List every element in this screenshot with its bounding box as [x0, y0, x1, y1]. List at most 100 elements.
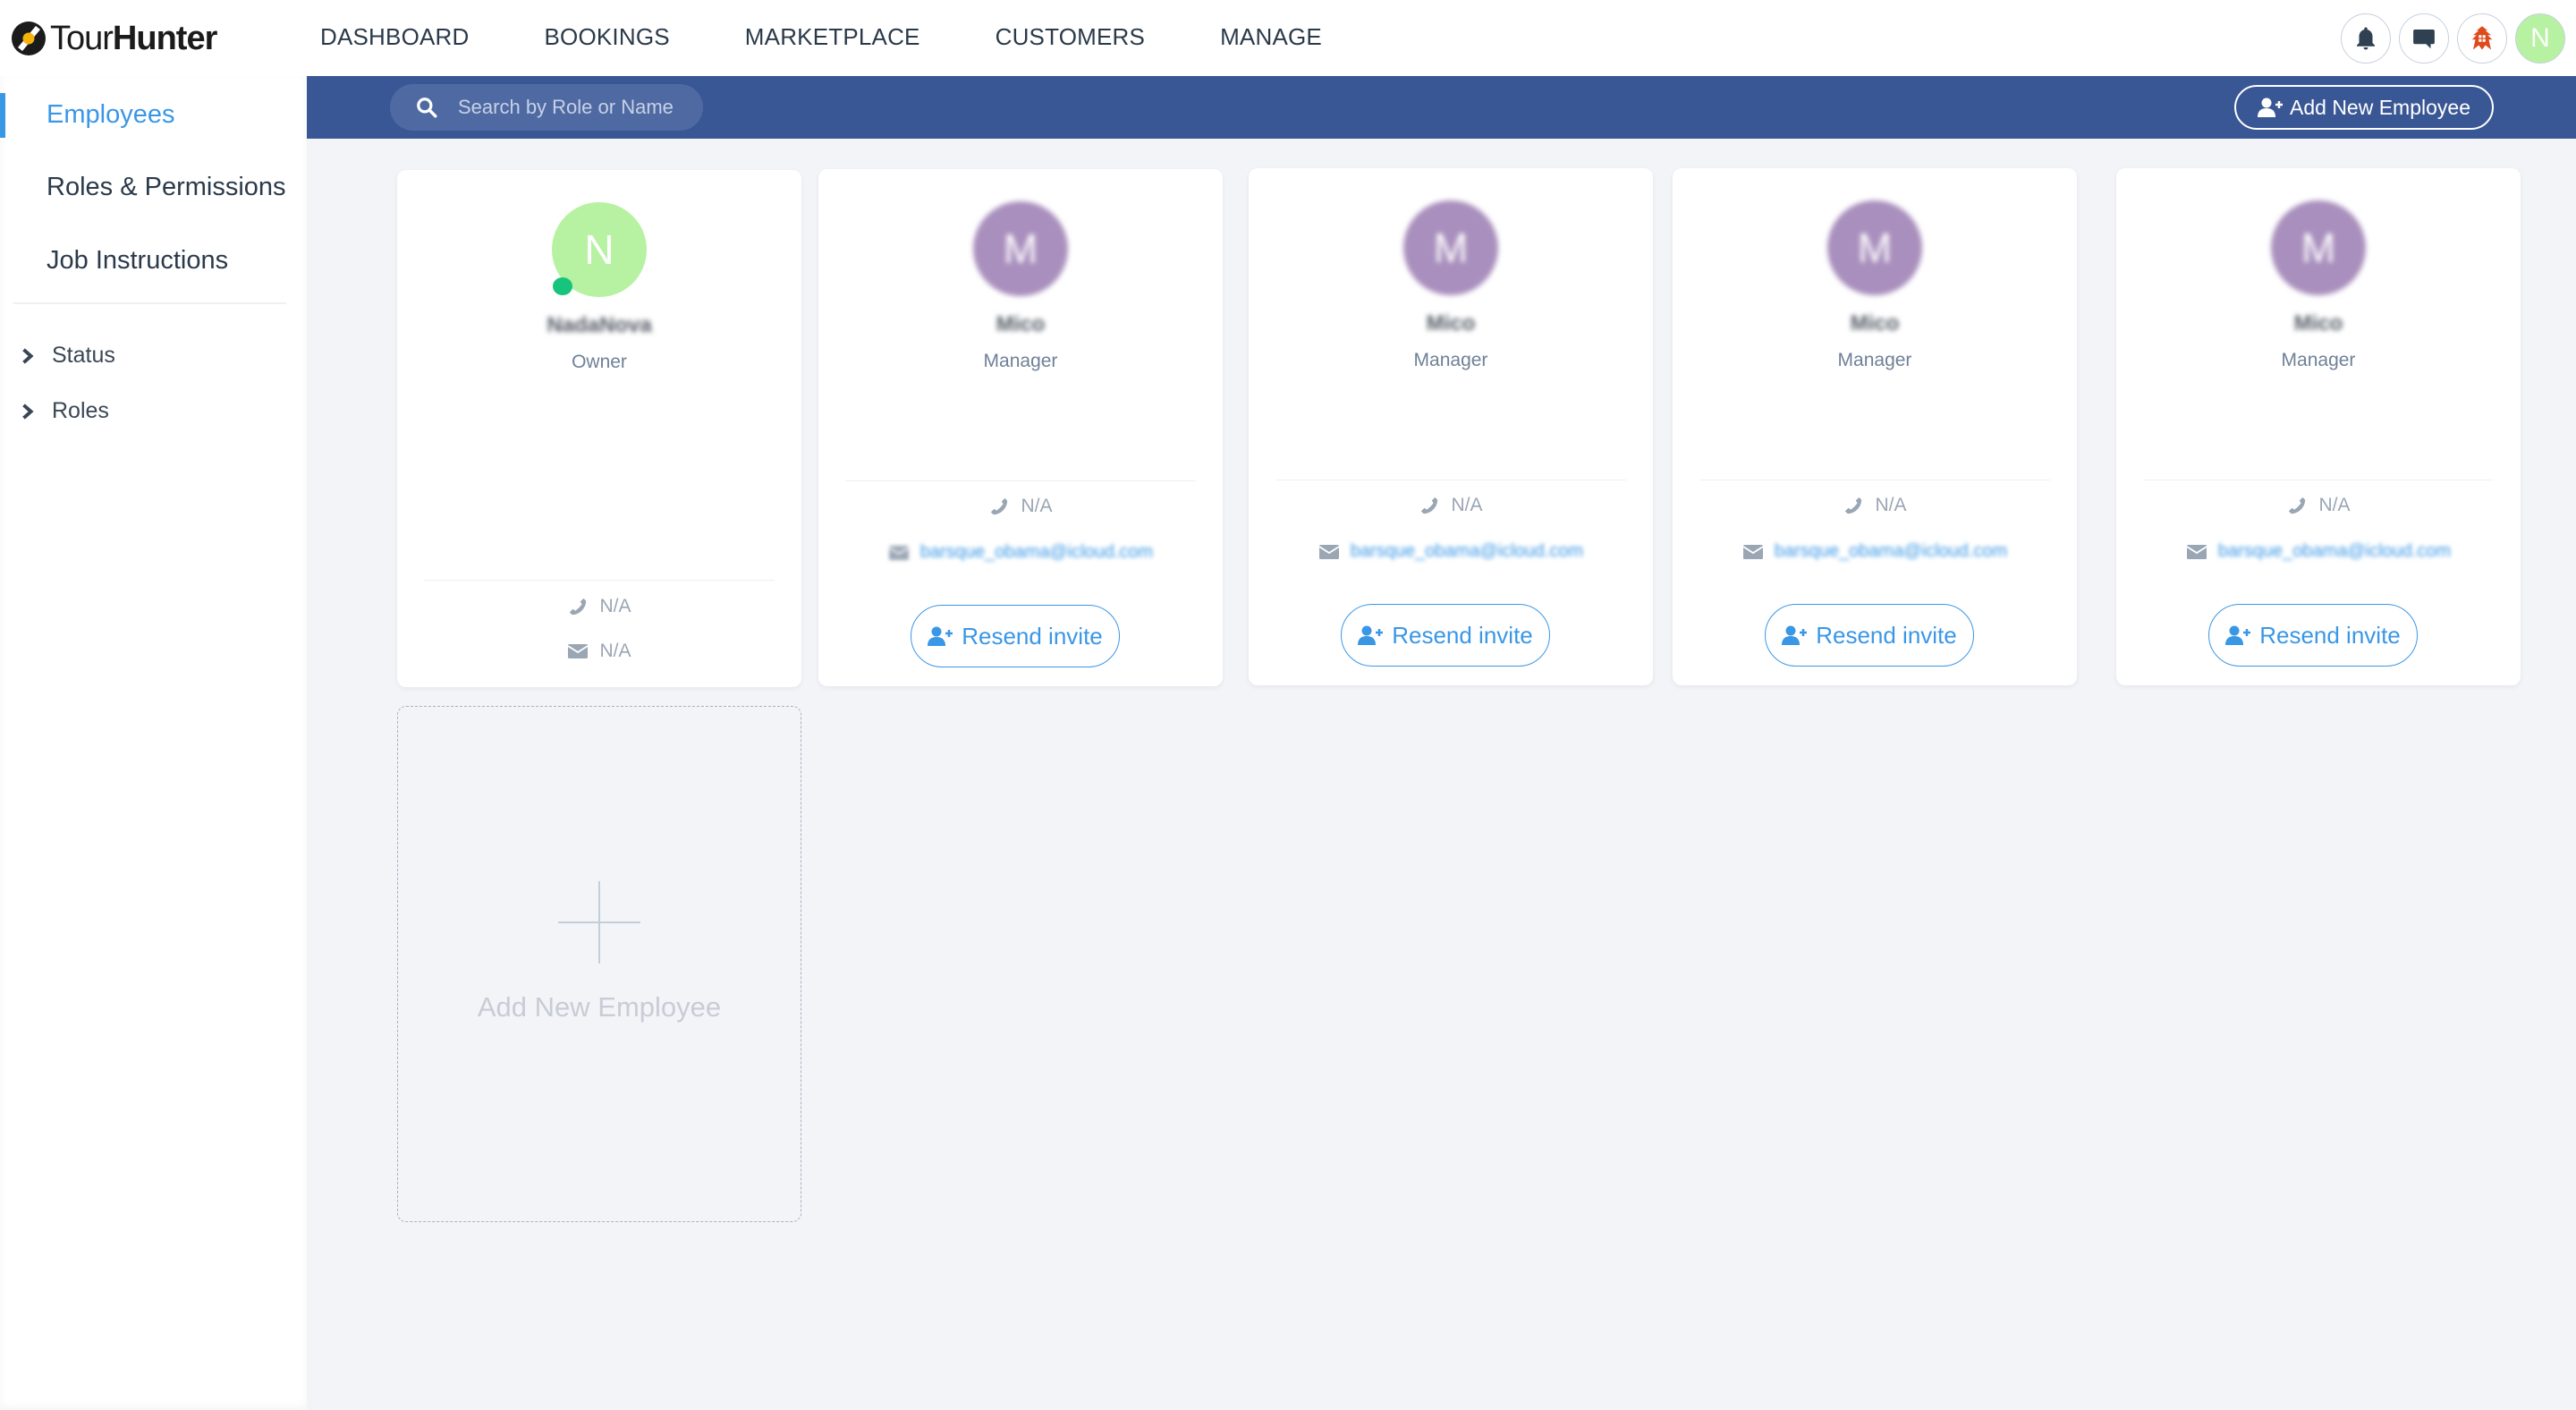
resend-invite-label: Resend invite	[1392, 621, 1533, 649]
phone-icon	[991, 497, 1008, 515]
company-logo-icon	[2471, 26, 2493, 50]
filter-roles-toggle[interactable]: Roles	[20, 398, 109, 424]
plus-icon	[558, 881, 640, 964]
resend-invite-label: Resend invite	[962, 622, 1103, 650]
top-navbar: TourHunter DASHBOARD BOOKINGS MARKETPLAC…	[0, 0, 2576, 76]
employee-email[interactable]: barsque_obama@icloud.com	[1673, 541, 2077, 562]
employee-avatar: M	[973, 201, 1068, 296]
user-plus-icon	[1358, 625, 1384, 645]
nav-marketplace[interactable]: MARKETPLACE	[745, 23, 920, 51]
employee-name: NadaNova	[547, 313, 652, 337]
company-switcher-button[interactable]	[2457, 13, 2507, 64]
nav-bookings[interactable]: BOOKINGS	[545, 23, 670, 51]
sidebar-item-job-instructions[interactable]: Job Instructions	[0, 234, 307, 286]
main-nav: DASHBOARD BOOKINGS MARKETPLACE CUSTOMERS…	[320, 23, 1397, 51]
card-divider	[424, 580, 775, 581]
employee-email-link[interactable]: barsque_obama@icloud.com	[920, 542, 1153, 563]
employee-card[interactable]: M Mico Manager N/A barsque_obama@icloud.…	[1673, 168, 2077, 685]
employee-email[interactable]: barsque_obama@icloud.com	[2116, 541, 2521, 562]
employee-name: Mico	[996, 312, 1046, 336]
messages-button[interactable]	[2399, 13, 2449, 64]
logo-text-light: Tour	[50, 19, 114, 57]
sidebar-item-employees[interactable]: Employees	[0, 89, 307, 140]
employee-card[interactable]: M Mico Manager N/A barsque_obama@icloud.…	[2116, 168, 2521, 685]
employee-card[interactable]: M Mico Manager N/A barsque_obama@icloud.…	[1249, 168, 1653, 685]
card-divider	[845, 480, 1196, 481]
filter-status-toggle[interactable]: Status	[20, 343, 115, 369]
envelope-icon	[888, 545, 910, 560]
online-status-indicator	[553, 277, 572, 295]
employee-email: N/A	[397, 641, 801, 662]
logo-mark-icon	[12, 21, 46, 55]
employees-toolbar: Add New Employee	[307, 76, 2576, 139]
phone-icon	[1845, 497, 1862, 514]
user-avatar-button[interactable]: N	[2515, 13, 2565, 64]
filter-roles-label: Roles	[52, 398, 109, 423]
logo-text-bold: Hunter	[112, 19, 217, 57]
notifications-button[interactable]	[2341, 13, 2391, 64]
employee-email-value: N/A	[599, 641, 631, 661]
user-plus-icon	[928, 626, 953, 646]
employee-role: Manager	[1413, 350, 1488, 370]
envelope-icon	[1318, 544, 1340, 559]
resend-invite-label: Resend invite	[2259, 621, 2401, 649]
add-new-employee-card-label: Add New Employee	[477, 991, 722, 1023]
filter-status-label: Status	[52, 343, 115, 368]
header-actions: N	[2333, 13, 2565, 64]
sidebar-item-roles-permissions[interactable]: Roles & Permissions	[0, 161, 307, 213]
nav-manage[interactable]: MANAGE	[1220, 23, 1322, 51]
employee-phone: N/A	[397, 596, 801, 617]
employee-email-link[interactable]: barsque_obama@icloud.com	[1775, 541, 2007, 562]
nav-customers[interactable]: CUSTOMERS	[996, 23, 1145, 51]
envelope-icon	[1742, 544, 1764, 559]
employee-phone: N/A	[818, 496, 1223, 517]
resend-invite-button[interactable]: Resend invite	[2208, 604, 2418, 667]
sidebar-divider	[13, 302, 286, 304]
employee-phone: N/A	[1249, 495, 1653, 516]
employee-email[interactable]: barsque_obama@icloud.com	[1249, 541, 1653, 562]
employee-name: Mico	[1426, 311, 1476, 336]
employee-avatar: M	[1403, 200, 1498, 295]
user-plus-icon	[2225, 625, 2251, 645]
chevron-right-icon	[22, 347, 34, 364]
add-new-employee-card[interactable]: Add New Employee	[397, 706, 801, 1222]
phone-icon	[570, 598, 587, 616]
search-box[interactable]	[390, 84, 703, 131]
employee-card[interactable]: N NadaNova Owner N/A N/A	[397, 170, 801, 687]
add-new-employee-button[interactable]: Add New Employee	[2234, 85, 2494, 130]
logo-text: TourHunter	[50, 19, 217, 58]
employee-card[interactable]: M Mico Manager N/A barsque_obama@icloud.…	[818, 169, 1223, 686]
employee-phone-value: N/A	[599, 596, 631, 616]
resend-invite-button[interactable]: Resend invite	[1341, 604, 1550, 667]
employee-email-link[interactable]: barsque_obama@icloud.com	[2218, 541, 2451, 562]
employee-role: Manager	[2281, 350, 2356, 370]
resend-invite-button[interactable]: Resend invite	[1765, 604, 1974, 667]
employee-email-link[interactable]: barsque_obama@icloud.com	[1351, 541, 1583, 562]
chevron-right-icon	[22, 403, 34, 420]
envelope-icon	[568, 644, 589, 658]
tourhunter-logo[interactable]: TourHunter	[11, 19, 217, 58]
employee-phone-value: N/A	[1451, 495, 1483, 515]
employee-name: Mico	[2293, 311, 2343, 336]
search-icon	[417, 98, 437, 118]
employee-role: Owner	[572, 352, 627, 372]
employee-phone-value: N/A	[1021, 496, 1053, 516]
user-plus-icon	[2258, 98, 2283, 117]
sidebar: Employees Roles & Permissions Job Instru…	[0, 76, 307, 1410]
employee-name: Mico	[1850, 311, 1900, 336]
employee-email[interactable]: barsque_obama@icloud.com	[818, 542, 1223, 563]
resend-invite-button[interactable]: Resend invite	[911, 605, 1120, 667]
phone-icon	[2289, 497, 2306, 514]
user-plus-icon	[1782, 625, 1808, 645]
nav-dashboard[interactable]: DASHBOARD	[320, 23, 470, 51]
search-input[interactable]	[458, 96, 691, 119]
envelope-icon	[2186, 544, 2207, 559]
employee-phone: N/A	[1673, 495, 2077, 516]
bell-icon	[2357, 27, 2375, 50]
employee-phone: N/A	[2116, 495, 2521, 516]
employee-role: Manager	[983, 351, 1058, 371]
phone-icon	[1421, 497, 1438, 514]
employee-avatar: M	[1827, 200, 1922, 295]
add-new-employee-label: Add New Employee	[2290, 95, 2470, 119]
employee-avatar: M	[2271, 200, 2366, 295]
